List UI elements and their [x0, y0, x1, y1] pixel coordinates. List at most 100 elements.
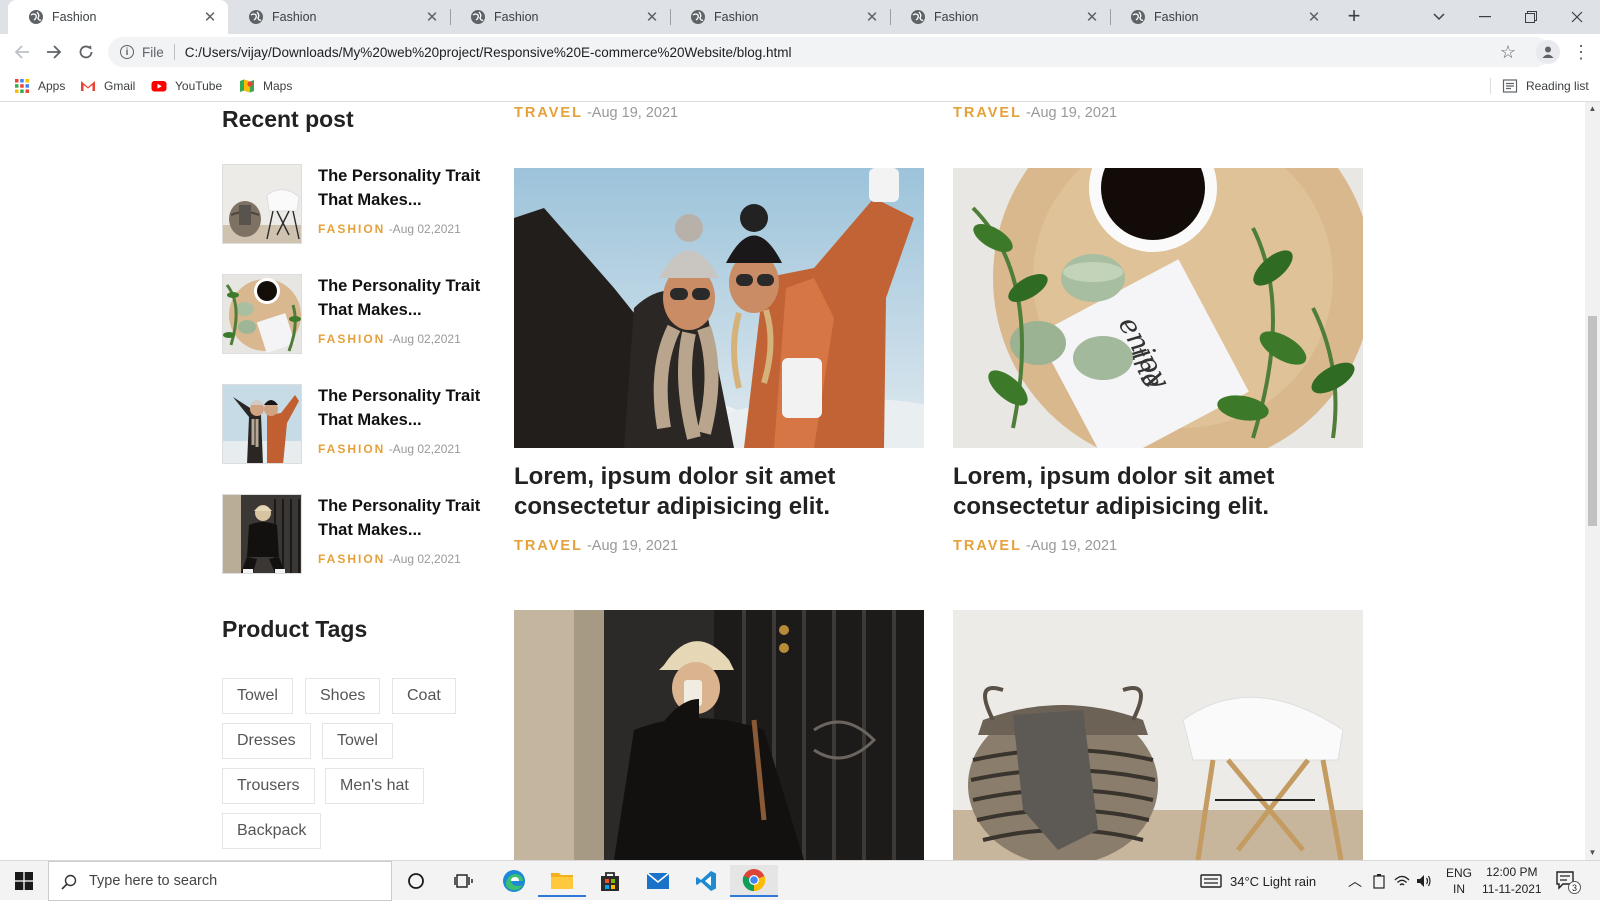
recent-post-item[interactable]: The Personality Trait That Makes... FASH… [222, 274, 482, 354]
tab-fashion-4[interactable]: Fashion ✕ [670, 0, 890, 34]
post-date: -Aug 02,2021 [388, 442, 461, 456]
address-bar[interactable]: i File C:/Users/vijay/Downloads/My%20web… [108, 37, 1550, 67]
cortana-icon[interactable] [392, 865, 440, 897]
scheme-label: File [142, 44, 164, 60]
recent-post-thumbnail[interactable] [222, 384, 302, 464]
tab-strip: Fashion ✕ Fashion ✕ Fashion ✕ Fashion ✕ … [0, 0, 1600, 34]
new-tab-button[interactable]: + [1342, 5, 1366, 29]
close-icon[interactable]: ✕ [864, 8, 880, 26]
restore-button[interactable] [1508, 0, 1554, 34]
reload-button[interactable] [74, 40, 98, 64]
scrollbar-thumb[interactable] [1588, 316, 1597, 526]
recent-post-title[interactable]: The Personality Trait That Makes... [318, 384, 488, 432]
post-category[interactable]: TRAVEL [514, 538, 583, 554]
post-title[interactable]: Lorem, ipsum dolor sit amet consectetur … [514, 462, 934, 522]
divider [173, 44, 175, 60]
post-date: -Aug 19, 2021 [1025, 538, 1118, 554]
forward-button[interactable] [42, 40, 66, 64]
scroll-down-icon[interactable]: ▼ [1588, 848, 1597, 858]
wifi-icon[interactable] [1394, 861, 1410, 901]
edge-icon[interactable] [490, 865, 538, 897]
start-button[interactable] [0, 861, 48, 901]
mail-icon[interactable] [634, 865, 682, 897]
tab-fashion-2[interactable]: Fashion ✕ [228, 0, 450, 34]
recent-post-heading: Recent post [222, 106, 354, 132]
youtube-icon [151, 81, 167, 92]
maps-icon [240, 79, 254, 93]
recent-post-item[interactable]: The Personality Trait That Makes... FASH… [222, 494, 482, 574]
tag-dresses[interactable]: Dresses [222, 723, 311, 759]
lang-top: ENG [1446, 866, 1473, 880]
post-category[interactable]: TRAVEL [953, 538, 1022, 554]
language-indicator[interactable]: ENG IN [1446, 861, 1472, 901]
close-icon[interactable]: ✕ [644, 8, 660, 26]
recent-post-title[interactable]: The Personality Trait That Makes... [318, 164, 488, 212]
volume-icon[interactable] [1416, 861, 1432, 901]
post-category[interactable]: FASHION [318, 332, 385, 346]
recent-post-thumbnail[interactable] [222, 494, 302, 574]
post-meta: TRAVEL -Aug 19, 2021 [514, 105, 678, 121]
close-icon[interactable]: ✕ [1306, 8, 1322, 26]
tag-towel[interactable]: Towel [322, 723, 393, 759]
bookmark-apps[interactable]: Apps [14, 77, 65, 95]
post-image[interactable] [514, 168, 924, 448]
post-category[interactable]: FASHION [318, 552, 385, 566]
post-title[interactable]: Lorem, ipsum dolor sit amet consectetur … [953, 462, 1373, 522]
clock-time: 12:00 PM [1486, 865, 1538, 879]
recent-post-title[interactable]: The Personality Trait That Makes... [318, 274, 488, 322]
vscode-icon[interactable] [682, 865, 730, 897]
tag-coat[interactable]: Coat [392, 678, 456, 714]
bookmark-gmail[interactable]: Gmail [80, 77, 135, 95]
tab-search-chevron-icon[interactable] [1416, 0, 1462, 34]
recent-post-thumbnail[interactable] [222, 274, 302, 354]
battery-icon[interactable] [1372, 861, 1386, 901]
tag-backpack[interactable]: Backpack [222, 813, 322, 849]
post-image[interactable] [953, 610, 1363, 860]
profile-avatar[interactable] [1536, 40, 1560, 64]
scroll-up-icon[interactable]: ▲ [1588, 104, 1597, 114]
recent-post-thumbnail[interactable] [222, 164, 302, 244]
file-explorer-icon[interactable] [538, 865, 586, 897]
tab-fashion-6[interactable]: Fashion ✕ [1110, 0, 1332, 34]
post-image[interactable]: enjoy the [953, 168, 1363, 448]
page-scrollbar[interactable]: ▲ ▼ [1585, 102, 1600, 860]
task-view-icon[interactable] [440, 865, 488, 897]
tab-fashion-1[interactable]: Fashion ✕ [8, 0, 228, 34]
post-date: -Aug 02,2021 [388, 222, 461, 236]
close-icon[interactable]: ✕ [1084, 8, 1100, 26]
post-category[interactable]: TRAVEL [953, 105, 1022, 121]
bookmark-youtube[interactable]: YouTube [151, 77, 222, 95]
bookmark-star-icon[interactable]: ☆ [1496, 40, 1520, 64]
close-icon[interactable]: ✕ [424, 8, 440, 26]
reading-list-button[interactable]: Reading list [1502, 77, 1589, 95]
tag-trousers[interactable]: Trousers [222, 768, 315, 804]
back-button[interactable] [10, 40, 34, 64]
close-icon[interactable]: ✕ [202, 8, 218, 26]
tag-shoes[interactable]: Shoes [305, 678, 381, 714]
taskbar-search-input[interactable]: Type here to search [48, 861, 392, 901]
notification-button[interactable]: 3 [1556, 861, 1581, 901]
post-meta: TRAVEL -Aug 19, 2021 [953, 538, 1117, 554]
close-window-button[interactable] [1554, 0, 1600, 34]
minimize-button[interactable] [1462, 0, 1508, 34]
store-icon[interactable] [586, 865, 634, 897]
recent-post-title[interactable]: The Personality Trait That Makes... [318, 494, 488, 542]
tab-fashion-5[interactable]: Fashion ✕ [890, 0, 1110, 34]
info-icon[interactable]: i [120, 45, 134, 59]
recent-post-item[interactable]: The Personality Trait That Makes... FASH… [222, 164, 482, 244]
tag-mens-hat[interactable]: Men's hat [325, 768, 424, 804]
menu-dots-icon[interactable]: ⋮ [1572, 40, 1590, 64]
clock[interactable]: 12:00 PM 11-11-2021 [1482, 861, 1542, 901]
post-image[interactable] [514, 610, 924, 860]
chrome-icon[interactable] [730, 865, 778, 897]
post-category[interactable]: TRAVEL [514, 105, 583, 121]
bookmark-maps[interactable]: Maps [239, 77, 292, 95]
weather-widget[interactable]: 34°C Light rain [1200, 861, 1316, 901]
post-category[interactable]: FASHION [318, 222, 385, 236]
tray-chevron-icon[interactable]: ︿ [1348, 861, 1362, 901]
recent-post-item[interactable]: The Personality Trait That Makes... FASH… [222, 384, 482, 464]
tab-fashion-3[interactable]: Fashion ✕ [450, 0, 670, 34]
windows-taskbar: Type here to search 34°C Light rain ︿ EN… [0, 860, 1600, 901]
post-category[interactable]: FASHION [318, 442, 385, 456]
tag-towel[interactable]: Towel [222, 678, 293, 714]
